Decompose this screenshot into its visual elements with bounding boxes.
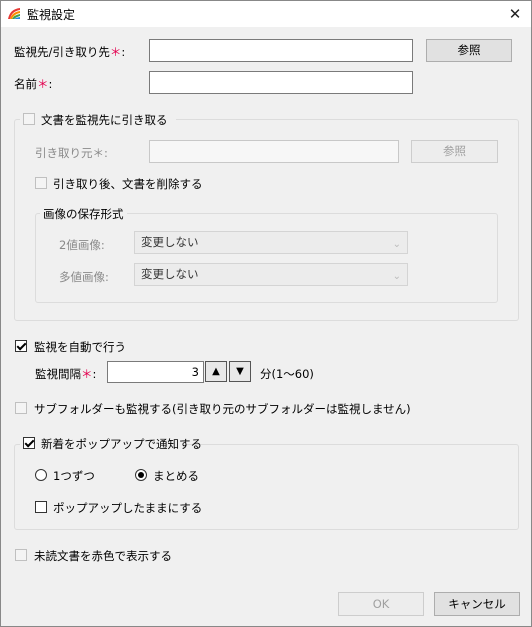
image-format-groupbox (35, 213, 498, 303)
keep-popup-checkbox[interactable] (35, 501, 47, 513)
app-logo-icon (8, 8, 20, 19)
name-label: 名前＊: (14, 76, 52, 92)
subfolder-checkbox[interactable] (15, 402, 27, 414)
unread-red-label: 未読文書を赤色で表示する (34, 549, 172, 563)
window-title: 監視設定 (27, 8, 76, 22)
interval-unit-label: 分(1〜60) (260, 367, 314, 381)
required-mark: ＊ (109, 45, 122, 59)
title-bar: 監視設定 ✕ (1, 1, 531, 27)
target-browse-button[interactable]: 参照 (426, 39, 512, 62)
required-mark: ＊ (92, 146, 105, 160)
interval-label: 監視間隔＊: (35, 366, 96, 382)
multi-image-select[interactable]: 変更しない ⌄ (134, 263, 408, 286)
unread-red-checkbox[interactable] (15, 549, 27, 561)
target-input[interactable] (149, 39, 413, 62)
multi-image-label: 多値画像: (59, 270, 109, 284)
chevron-down-icon: ⌄ (392, 271, 401, 282)
auto-monitor-checkbox[interactable] (15, 340, 27, 352)
keep-popup-label: ポップアップしたままにする (53, 501, 203, 515)
notify-popup-checkbox[interactable] (23, 437, 35, 449)
label-colon: : (92, 367, 97, 381)
subfolder-label: サブフォルダーも監視する(引き取り元のサブフォルダーは監視しません) (34, 402, 411, 416)
interval-label-text: 監視間隔 (35, 367, 81, 381)
source-label-text: 引き取り元 (35, 146, 93, 160)
required-mark: ＊ (37, 77, 49, 91)
name-label-text: 名前 (14, 77, 37, 91)
source-input[interactable] (149, 140, 399, 163)
interval-down-button[interactable]: ▼ (229, 361, 251, 382)
label-colon: : (121, 45, 126, 59)
multi-image-value: 変更しない (141, 267, 199, 281)
settings-dialog: 監視設定 ✕ 監視先/引き取り先＊: 参照 名前＊: 文書を監視先に引き取る 引… (0, 0, 532, 627)
monitor-fetch-label: 文書を監視先に引き取る (41, 113, 168, 127)
image-format-legend: 画像の保存形式 (40, 206, 127, 222)
close-button[interactable]: ✕ (505, 4, 525, 24)
interval-up-button[interactable]: ▲ (205, 361, 227, 382)
binary-image-value: 変更しない (141, 235, 199, 249)
radio-one-by-one[interactable] (35, 469, 47, 481)
radio-one-by-one-label: 1つずつ (53, 469, 95, 483)
binary-image-label: 2値画像: (59, 238, 105, 252)
required-mark: ＊ (81, 367, 93, 381)
interval-input[interactable] (107, 361, 204, 383)
target-label: 監視先/引き取り先＊: (14, 44, 125, 60)
source-browse-button[interactable]: 参照 (411, 140, 498, 163)
source-label: 引き取り元＊: (35, 145, 108, 161)
notify-popup-label: 新着をポップアップで通知する (41, 437, 202, 451)
radio-batch[interactable] (135, 469, 147, 481)
label-colon: : (48, 77, 53, 91)
radio-batch-label: まとめる (153, 469, 199, 483)
label-colon: : (104, 146, 108, 160)
cancel-button[interactable]: キャンセル (434, 592, 520, 616)
binary-image-select[interactable]: 変更しない ⌄ (134, 231, 408, 254)
target-label-text: 監視先/引き取り先 (14, 45, 110, 59)
name-input[interactable] (149, 71, 413, 94)
ok-button[interactable]: OK (338, 592, 424, 616)
delete-after-fetch-checkbox[interactable] (35, 177, 47, 189)
notify-groupbox (14, 444, 519, 530)
delete-after-fetch-label: 引き取り後、文書を削除する (53, 177, 203, 191)
monitor-fetch-checkbox[interactable] (23, 113, 35, 125)
auto-monitor-label: 監視を自動で行う (34, 340, 126, 354)
chevron-down-icon: ⌄ (392, 239, 401, 250)
